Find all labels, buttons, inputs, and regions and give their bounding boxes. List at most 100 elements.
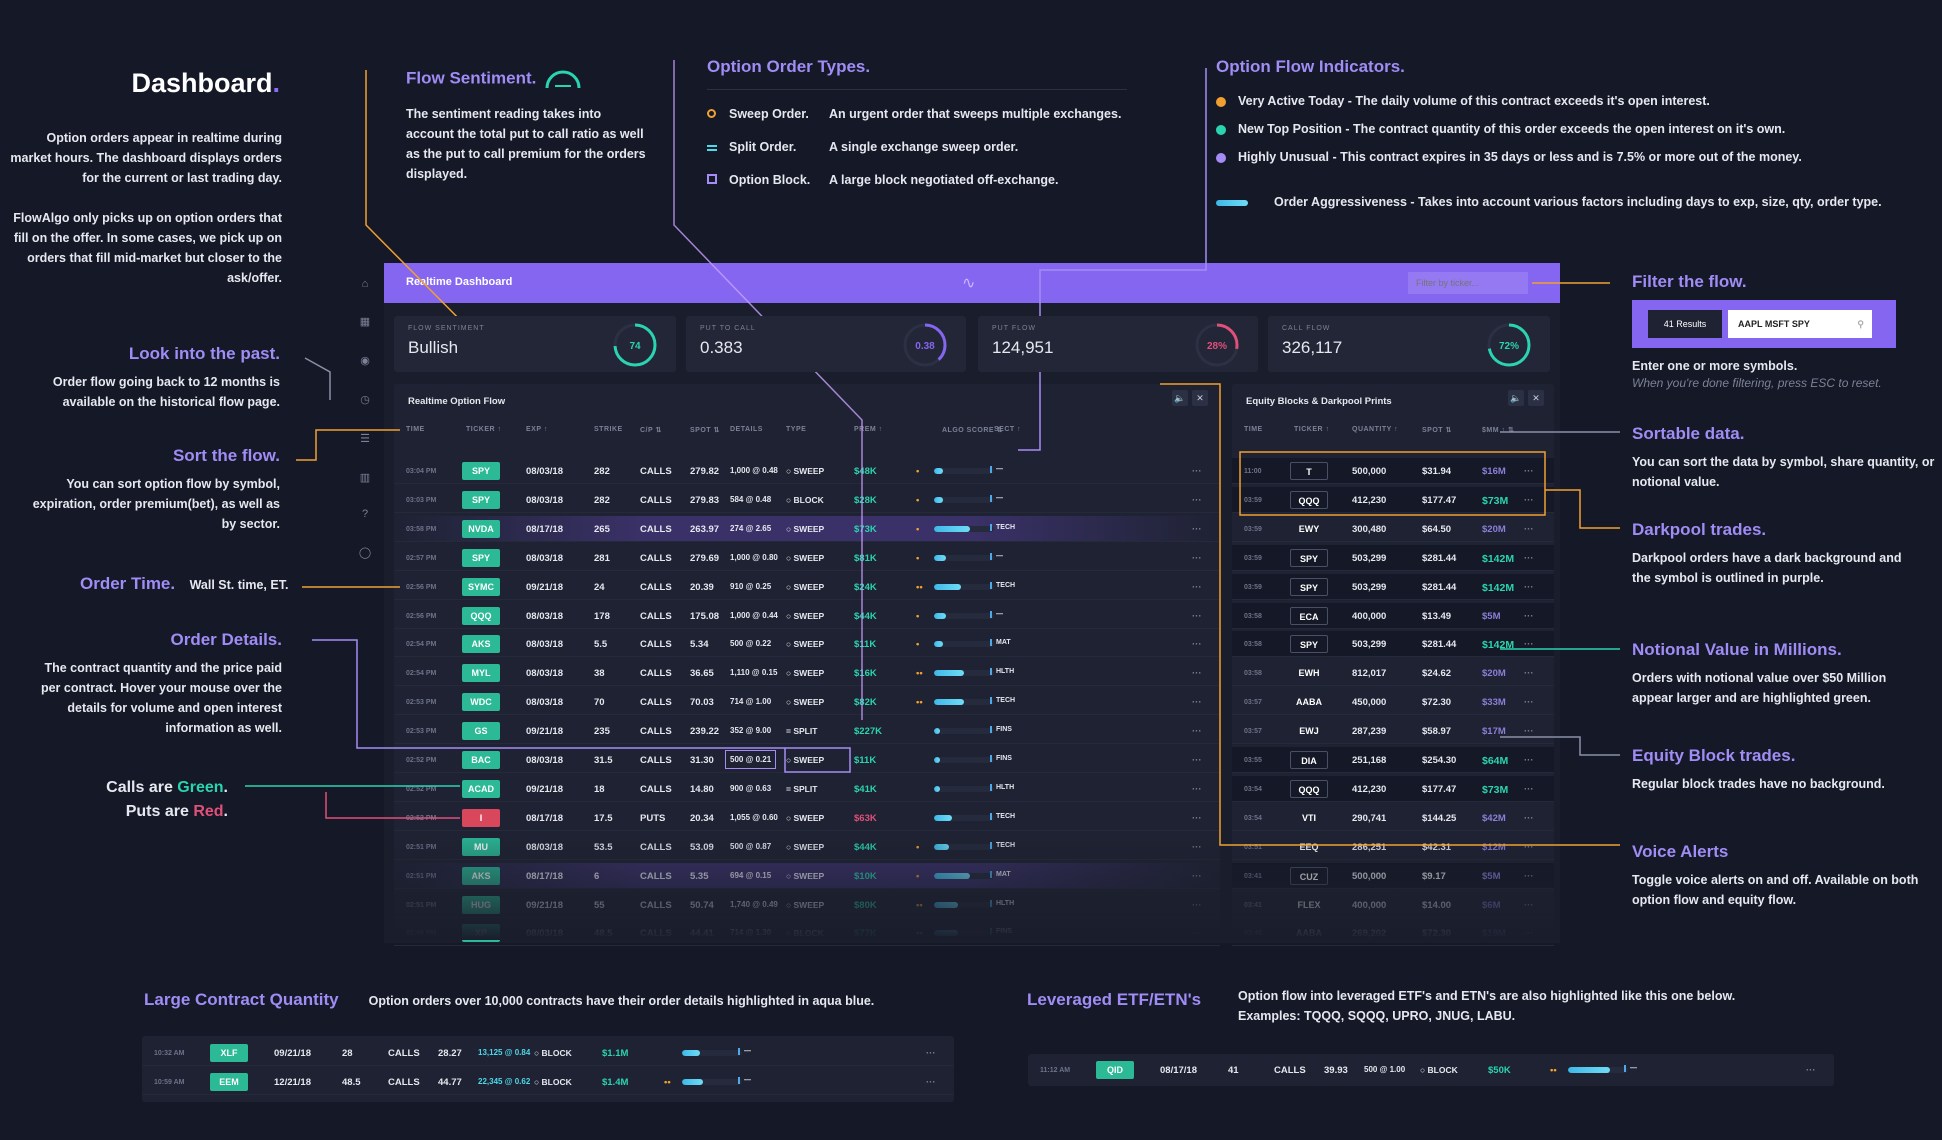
more-menu-icon[interactable]: ···	[1524, 784, 1534, 795]
column-header[interactable]: TICKER ↑	[466, 426, 502, 433]
more-menu-icon[interactable]: ···	[1192, 668, 1202, 679]
ticker-badge[interactable]: QQQ	[462, 606, 500, 625]
order-details[interactable]: 22,345 @ 0.62	[478, 1077, 530, 1086]
equity-row[interactable]: 03:57 EWJ 287,239 $58.97 $17M ···	[1232, 718, 1554, 745]
ticker-badge[interactable]: T	[1290, 462, 1328, 480]
column-header[interactable]: $MM ↑ ⇅	[1482, 426, 1514, 434]
more-menu-icon[interactable]: ···	[926, 1048, 936, 1059]
ticker-badge[interactable]: EEM	[210, 1073, 248, 1091]
ticker-badge[interactable]: QID	[1096, 1061, 1134, 1079]
more-menu-icon[interactable]: ···	[1524, 553, 1534, 564]
ticker-badge[interactable]: DIA	[1290, 751, 1328, 769]
column-header[interactable]: PREM ↑	[854, 426, 883, 433]
more-menu-icon[interactable]: ···	[1192, 639, 1202, 650]
column-header[interactable]: EXP ↑	[526, 426, 548, 433]
table-row[interactable]: 02:56 PM SYMC 09/21/18 24 CALLS 20.39 910 @ 0.…	[394, 574, 1220, 600]
more-menu-icon[interactable]: ···	[1192, 466, 1202, 477]
sidebar-home-icon[interactable]: ⌂	[356, 278, 374, 290]
column-header[interactable]: DETAILS	[730, 426, 763, 433]
order-details[interactable]: 714 @ 1.00	[730, 697, 771, 706]
equity-row[interactable]: 03:54 QQQ 412,230 $177.47 $73M ···	[1232, 775, 1554, 802]
column-header[interactable]: SECT ↑	[994, 426, 1021, 433]
more-menu-icon[interactable]: ···	[1524, 611, 1534, 622]
order-details[interactable]: 900 @ 0.63	[730, 784, 771, 793]
more-menu-icon[interactable]: ···	[1524, 668, 1534, 679]
order-details[interactable]: 1,000 @ 0.80	[730, 553, 778, 562]
order-details[interactable]: 500 @ 0.22	[730, 639, 771, 648]
table-row[interactable]: 10:59 AM EEM 12/21/18 48.5 CALLS 44.77 22,345 …	[142, 1069, 954, 1095]
more-menu-icon[interactable]: ···	[1524, 697, 1534, 708]
ticker-badge[interactable]: EWH	[1290, 664, 1328, 682]
more-menu-icon[interactable]: ···	[1524, 755, 1534, 766]
table-row[interactable]: 03:03 PM SPY 08/03/18 282 CALLS 279.83 584 @ 0…	[394, 487, 1220, 513]
more-menu-icon[interactable]: ···	[1524, 495, 1534, 506]
more-menu-icon[interactable]: ···	[1192, 726, 1202, 737]
equity-row[interactable]: 03:54 VTI 290,741 $144.25 $42M ···	[1232, 805, 1554, 831]
column-header[interactable]: TIME	[1244, 426, 1263, 433]
more-menu-icon[interactable]: ···	[1192, 495, 1202, 506]
table-row[interactable]: 02:56 PM QQQ 08/03/18 178 CALLS 175.08 1,000 @…	[394, 603, 1220, 629]
table-row[interactable]: 02:53 PM WDC 08/03/18 70 CALLS 70.03 714 @ 1.0…	[394, 689, 1220, 716]
ticker-badge[interactable]: VTI	[1290, 809, 1328, 827]
order-details[interactable]: 500 @ 1.00	[1364, 1065, 1405, 1074]
ticker-badge[interactable]: WDC	[462, 693, 500, 712]
equity-row[interactable]: 03:58 ECA 400,000 $13.49 $5M ···	[1232, 602, 1554, 629]
more-menu-icon[interactable]: ···	[1524, 524, 1534, 535]
ticker-badge[interactable]: SPY	[1290, 577, 1328, 596]
table-row[interactable]: 10:32 AM XLF 09/21/18 28 CALLS 28.27 13,125 @ …	[142, 1040, 954, 1066]
column-header[interactable]: SPOT ⇅	[1422, 426, 1452, 434]
ticker-badge[interactable]: ECA	[1290, 606, 1328, 625]
table-row[interactable]: 02:54 PM MYL 08/03/18 38 CALLS 36.65 1,110 @ 0…	[394, 660, 1220, 687]
column-header[interactable]: TYPE	[786, 426, 806, 433]
sidebar-list-icon[interactable]: ☰	[356, 432, 374, 445]
equity-row[interactable]: 03:57 AABA 450,000 $72.30 $33M ···	[1232, 689, 1554, 716]
filter-input[interactable]: AAPL MSFT SPY ⚲	[1728, 310, 1872, 338]
more-menu-icon[interactable]: ···	[1524, 639, 1534, 650]
ticker-badge[interactable]: GS	[462, 722, 500, 741]
table-row[interactable]: 02:52 PM ACAD 09/21/18 18 CALLS 14.80 900 @ 0.…	[394, 776, 1220, 802]
column-header[interactable]: TIME	[406, 426, 425, 433]
more-menu-icon[interactable]: ···	[1192, 813, 1202, 824]
ticker-badge[interactable]: ACAD	[462, 779, 500, 798]
equity-row[interactable]: 03:59 EWY 300,480 $64.50 $20M ···	[1232, 516, 1554, 542]
table-row[interactable]: 11:12 AM QID 08/17/18 41 CALLS 39.93 500 @ 1.0…	[1028, 1057, 1834, 1083]
ticker-badge[interactable]: XLF	[210, 1044, 248, 1062]
ticker-badge[interactable]: NVDA	[462, 519, 500, 538]
sidebar-grid-icon[interactable]: ▦	[356, 315, 374, 328]
sidebar-help-icon[interactable]: ?	[356, 508, 374, 520]
more-menu-icon[interactable]: ···	[1806, 1065, 1816, 1076]
order-details[interactable]: 1,055 @ 0.60	[730, 813, 778, 822]
ticker-badge[interactable]: SPY	[462, 490, 500, 509]
column-header[interactable]: TICKER ↑	[1294, 426, 1330, 433]
order-details[interactable]: 1,110 @ 0.15	[730, 668, 777, 677]
equity-row[interactable]: 03:58 SPY 503,299 $281.44 $142M ···	[1232, 631, 1554, 658]
table-row[interactable]: 02:54 PM AKS 08/03/18 5.5 CALLS 5.34 500 @ 0.2…	[394, 631, 1220, 658]
order-details[interactable]: 910 @ 0.25	[730, 582, 771, 591]
order-details[interactable]: 500 @ 0.21	[724, 750, 777, 769]
table-row[interactable]: 02:57 PM SPY 08/03/18 281 CALLS 279.69 1,000 @…	[394, 545, 1220, 571]
more-menu-icon[interactable]: ···	[1192, 697, 1202, 708]
more-menu-icon[interactable]: ···	[1192, 784, 1202, 795]
ticker-badge[interactable]: QQQ	[1290, 490, 1328, 509]
column-header[interactable]: STRIKE	[594, 426, 623, 433]
sidebar-user-icon[interactable]: ◯	[356, 546, 374, 559]
column-header[interactable]: C/P ⇅	[640, 426, 662, 434]
more-menu-icon[interactable]: ···	[1192, 582, 1202, 593]
equity-row[interactable]: 11:00 T 500,000 $31.94 $16M ···	[1232, 458, 1554, 484]
more-menu-icon[interactable]: ···	[926, 1077, 936, 1088]
more-menu-icon[interactable]: ···	[1524, 582, 1534, 593]
order-details[interactable]: 584 @ 0.48	[730, 495, 771, 504]
ticker-badge[interactable]: MYL	[462, 664, 500, 683]
voice-toggle-icon[interactable]: 🔈	[1508, 390, 1524, 406]
equity-row[interactable]: 03:55 DIA 251,168 $254.30 $64M ···	[1232, 747, 1554, 773]
order-details[interactable]: 352 @ 9.00	[730, 726, 771, 735]
ticker-badge[interactable]: EWY	[1290, 520, 1328, 538]
order-details[interactable]: 13,125 @ 0.84	[478, 1048, 530, 1057]
ticker-badge[interactable]: AABA	[1290, 693, 1328, 711]
ticker-badge[interactable]: SPY	[1290, 635, 1328, 654]
ticker-badge[interactable]: QQQ	[1290, 779, 1328, 798]
table-row[interactable]: 02:52 PM BAC 08/03/18 31.5 CALLS 31.30 500 @ 0…	[394, 747, 1220, 773]
ticker-badge[interactable]: SPY	[1290, 548, 1328, 567]
ticker-badge[interactable]: AKS	[462, 635, 500, 654]
ticker-badge[interactable]: SPY	[462, 548, 500, 567]
